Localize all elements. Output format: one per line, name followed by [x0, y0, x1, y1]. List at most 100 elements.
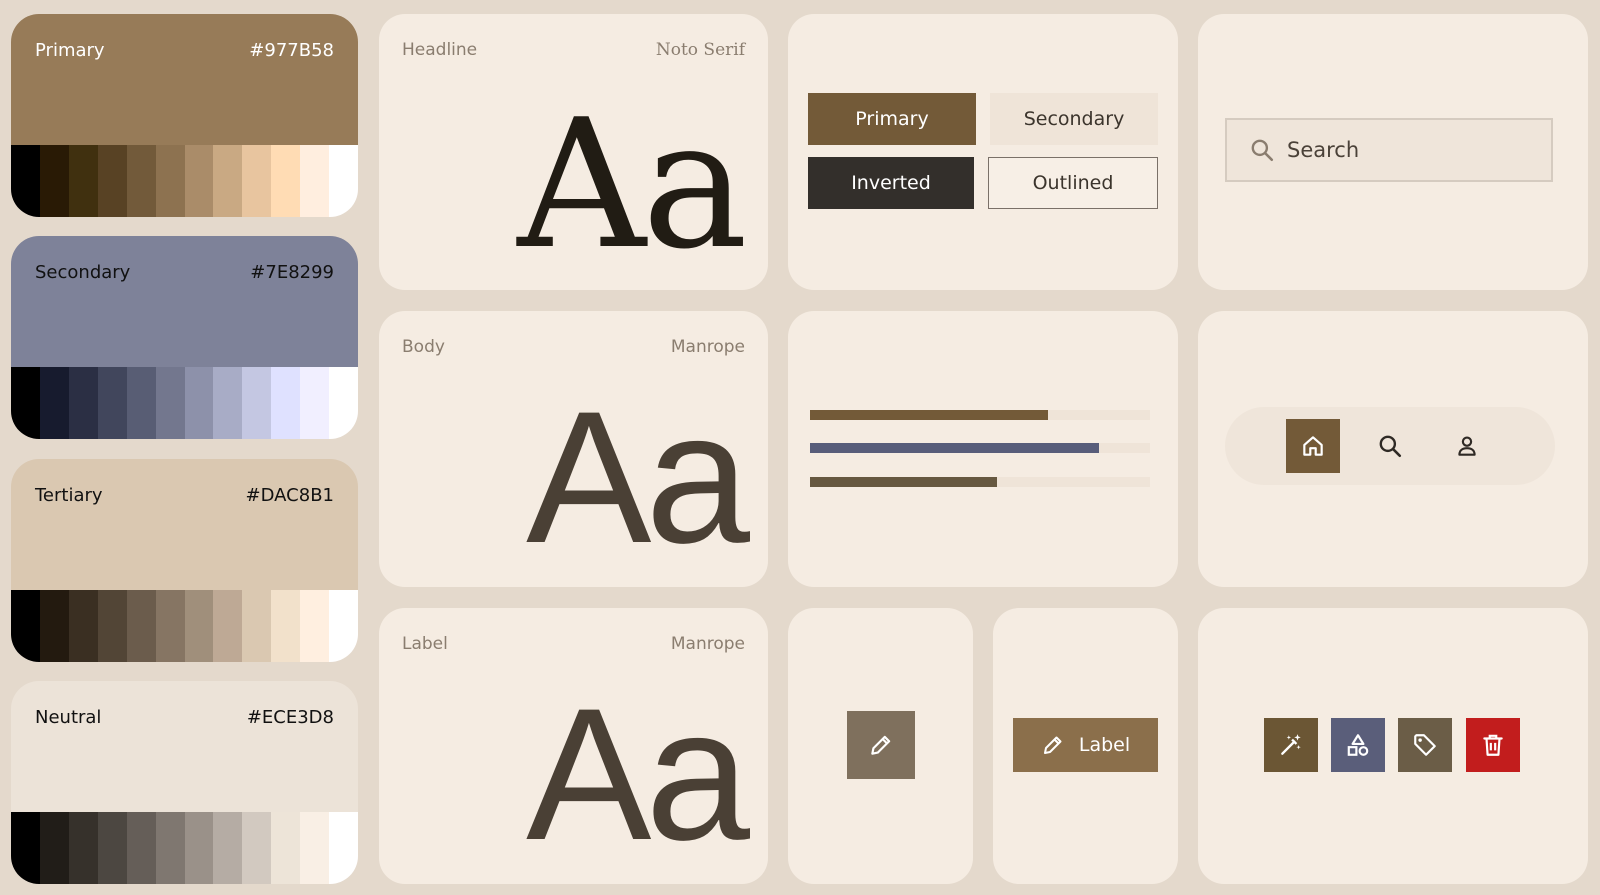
tone-chip: [300, 812, 330, 884]
tone-chip: [11, 145, 40, 217]
delete-button[interactable]: [1466, 718, 1520, 772]
type-font-name: Noto Serif: [655, 40, 745, 60]
tone-chip: [184, 145, 214, 217]
tone-chip: [68, 145, 98, 217]
swatch-hex: #977B58: [249, 40, 334, 61]
tone-chip: [39, 590, 69, 662]
tone-chip: [213, 590, 243, 662]
inverted-button[interactable]: Inverted: [808, 157, 974, 209]
pencil-icon: [871, 735, 891, 755]
tone-chip: [68, 367, 98, 439]
tone-chip: [300, 590, 330, 662]
fab-card: [788, 608, 973, 884]
buttons-card: Primary Secondary Inverted Outlined: [788, 14, 1178, 290]
search-icon: [1251, 139, 1274, 162]
outlined-button[interactable]: Outlined: [988, 157, 1158, 209]
tone-chip: [271, 812, 301, 884]
swatch-name: Primary: [35, 40, 105, 61]
tone-chip: [213, 145, 243, 217]
tone-chip: [11, 812, 40, 884]
tag-icon: [1414, 734, 1436, 756]
type-role: Body: [402, 337, 445, 357]
tone-chip: [242, 367, 272, 439]
swatch-tertiary: Tertiary #DAC8B1: [11, 459, 358, 662]
tone-chip: [68, 590, 98, 662]
type-card-body: Body Manrope Aa: [379, 311, 768, 587]
tone-chip: [271, 145, 301, 217]
swatch-primary-base: Primary #977B58: [11, 14, 358, 145]
progress-fill: [810, 477, 997, 487]
tone-chip: [329, 367, 358, 439]
tone-chip: [213, 812, 243, 884]
tone-chip: [329, 812, 358, 884]
tone-chip: [271, 590, 301, 662]
nav-item-search[interactable]: [1363, 419, 1417, 473]
primary-button[interactable]: Primary: [808, 93, 976, 145]
search-card: [1198, 14, 1588, 290]
label-button-card: Label: [993, 608, 1178, 884]
type-font-name: Manrope: [670, 337, 745, 357]
nav-card: [1198, 311, 1588, 587]
progress-track: [810, 410, 1150, 420]
tone-strip: [11, 812, 358, 884]
swatch-primary: Primary #977B58: [11, 14, 358, 217]
tone-chip: [184, 367, 214, 439]
progress-track: [810, 443, 1150, 453]
swatch-neutral-base: Neutral #ECE3D8: [11, 681, 358, 812]
tone-chip: [213, 367, 243, 439]
navigation-bar: [1225, 407, 1555, 485]
tone-chip: [97, 590, 127, 662]
tone-chip: [126, 812, 156, 884]
tone-chip: [242, 812, 272, 884]
tone-chip: [155, 367, 185, 439]
tone-chip: [184, 590, 214, 662]
tone-chip: [11, 590, 40, 662]
tag-button[interactable]: [1398, 718, 1452, 772]
label-button-text: Label: [1078, 734, 1131, 756]
tone-chip: [68, 812, 98, 884]
type-card-headline: Headline Noto Serif Aa: [379, 14, 768, 290]
tone-chip: [329, 590, 358, 662]
tone-chip: [11, 367, 40, 439]
tone-strip: [11, 367, 358, 439]
tone-strip: [11, 590, 358, 662]
tone-chip: [271, 367, 301, 439]
tone-chip: [184, 812, 214, 884]
nav-item-profile[interactable]: [1440, 419, 1494, 473]
swatch-hex: #7E8299: [250, 262, 334, 283]
type-sample: Aa: [526, 372, 750, 582]
home-icon: [1303, 436, 1323, 456]
tone-chip: [39, 145, 69, 217]
tone-chip: [242, 590, 272, 662]
label-button[interactable]: Label: [1013, 718, 1158, 772]
search-field[interactable]: [1225, 118, 1553, 182]
tone-chip: [97, 812, 127, 884]
search-input[interactable]: [1287, 138, 1547, 162]
progress-fill: [810, 443, 1099, 453]
tone-chip: [126, 145, 156, 217]
tone-strip: [11, 145, 358, 217]
magic-button[interactable]: [1264, 718, 1318, 772]
shapes-icon: [1347, 734, 1369, 756]
type-card-label: Label Manrope Aa: [379, 608, 768, 884]
tone-chip: [329, 145, 358, 217]
type-font-name: Manrope: [670, 634, 745, 654]
pencil-icon: [1043, 736, 1062, 754]
swatch-name: Neutral: [35, 707, 102, 728]
icon-buttons-card: [1198, 608, 1588, 884]
tone-chip: [155, 812, 185, 884]
tone-chip: [155, 145, 185, 217]
swatch-hex: #ECE3D8: [246, 707, 334, 728]
shapes-button[interactable]: [1331, 718, 1385, 772]
magic-wand-icon: [1281, 734, 1301, 755]
nav-item-home[interactable]: [1286, 419, 1340, 473]
tone-chip: [39, 812, 69, 884]
tone-chip: [155, 590, 185, 662]
secondary-button[interactable]: Secondary: [990, 93, 1158, 145]
progress-track: [810, 477, 1150, 487]
edit-fab-button[interactable]: [847, 711, 915, 779]
type-sample: Aa: [517, 81, 748, 288]
swatch-name: Secondary: [35, 262, 131, 283]
type-role: Headline: [402, 40, 478, 60]
progress-card: [788, 311, 1178, 587]
